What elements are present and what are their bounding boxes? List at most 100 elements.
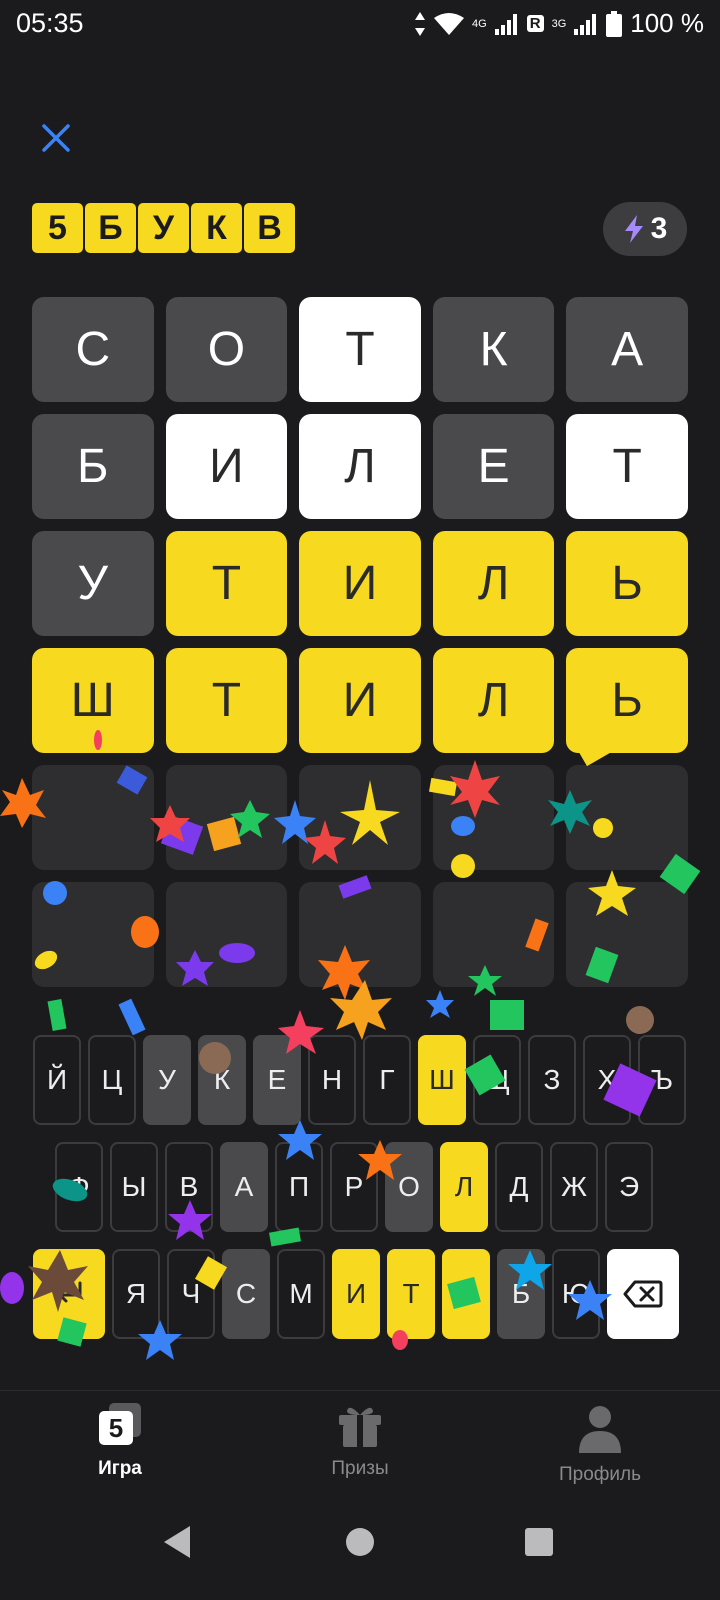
key[interactable]: Ы xyxy=(110,1142,158,1232)
grid-tile-empty xyxy=(432,765,555,870)
key[interactable]: М xyxy=(277,1249,325,1339)
keyboard-row-3: ЯЧСМИТЬБЮ xyxy=(33,1249,679,1339)
app-logo: 5 Б У К В xyxy=(32,203,295,253)
grid-tile: Ш xyxy=(32,648,154,753)
key[interactable]: Ш xyxy=(418,1035,466,1125)
grid-row: БИЛЕТ xyxy=(32,414,688,519)
grid-tile: У xyxy=(32,531,154,636)
key[interactable]: Й xyxy=(33,1035,81,1125)
nav-label-prizes: Призы xyxy=(331,1458,389,1479)
grid-tile: И xyxy=(299,531,421,636)
key[interactable]: Ь xyxy=(442,1249,490,1339)
bottom-nav: 5 Игра Призы Профиль xyxy=(0,1390,720,1503)
key[interactable]: И xyxy=(332,1249,380,1339)
battery-percent: 100 % xyxy=(630,8,704,38)
key[interactable]: Ч xyxy=(167,1249,215,1339)
grid-tile: Л xyxy=(432,648,555,753)
grid-row: ШТИЛЬ xyxy=(32,648,688,753)
key[interactable]: Щ xyxy=(473,1035,521,1125)
nav-item-prizes[interactable]: Призы xyxy=(280,1403,440,1480)
grid-row: УТИЛЬ xyxy=(32,531,688,636)
nav-item-profile[interactable]: Профиль xyxy=(520,1403,680,1486)
recents-icon[interactable] xyxy=(523,1526,555,1558)
grid-tile: Т xyxy=(566,414,688,519)
status-bar: 05:35 4G R 3G 100 % xyxy=(0,0,720,52)
key[interactable]: Э xyxy=(605,1142,653,1232)
close-button[interactable] xyxy=(36,118,76,158)
key[interactable]: У xyxy=(143,1035,191,1125)
grid-tile-empty xyxy=(432,882,555,987)
nav-item-game[interactable]: 5 Игра xyxy=(40,1403,200,1480)
battery-icon xyxy=(606,10,623,37)
grid-tile: Т xyxy=(299,297,421,402)
grid-tile: А xyxy=(566,297,688,402)
key[interactable]: Ъ xyxy=(638,1035,686,1125)
key[interactable]: О xyxy=(385,1142,433,1232)
grid-tile: Т xyxy=(165,531,288,636)
grid-tile-empty xyxy=(32,882,154,987)
key[interactable]: С xyxy=(222,1249,270,1339)
grid-tile-empty xyxy=(32,765,154,870)
grid-tile: Б xyxy=(32,414,154,519)
enter-icon xyxy=(58,1281,82,1303)
grid-tile: Ь xyxy=(566,531,688,636)
key[interactable]: Л xyxy=(440,1142,488,1232)
back-icon[interactable] xyxy=(160,1524,194,1560)
grid-tile: С xyxy=(32,297,154,402)
key[interactable]: Д xyxy=(495,1142,543,1232)
key[interactable]: Я xyxy=(112,1249,160,1339)
grid-tile: Л xyxy=(299,414,421,519)
signal-icon-1 xyxy=(494,13,517,35)
key[interactable]: В xyxy=(165,1142,213,1232)
energy-count: 3 xyxy=(650,212,668,245)
grid-tile: Т xyxy=(165,648,288,753)
key[interactable]: З xyxy=(528,1035,576,1125)
lightning-icon xyxy=(624,215,643,243)
system-nav-bar xyxy=(0,1502,720,1600)
key[interactable]: Х xyxy=(583,1035,631,1125)
grid-row: СОТКА xyxy=(32,297,688,402)
grid-tile: Л xyxy=(432,531,555,636)
data-arrows-icon xyxy=(415,11,426,36)
roaming-badge: R xyxy=(526,15,544,32)
key[interactable]: Ц xyxy=(88,1035,136,1125)
signal-icon-2 xyxy=(574,13,597,35)
key[interactable]: А xyxy=(220,1142,268,1232)
key[interactable]: Г xyxy=(363,1035,411,1125)
energy-counter[interactable]: 3 xyxy=(603,202,687,256)
profile-icon xyxy=(579,1406,621,1453)
logo-letter: Б xyxy=(85,203,136,253)
key[interactable]: Ф xyxy=(55,1142,103,1232)
key[interactable]: Б xyxy=(497,1249,545,1339)
grid-row xyxy=(32,882,688,987)
home-icon[interactable] xyxy=(344,1526,376,1558)
grid-tile-empty xyxy=(299,765,421,870)
key[interactable]: Е xyxy=(253,1035,301,1125)
svg-text:5: 5 xyxy=(109,1413,123,1443)
nav-label-game: Игра xyxy=(98,1458,142,1479)
key[interactable]: К xyxy=(198,1035,246,1125)
status-icons: 4G R 3G 100 % xyxy=(414,8,704,39)
key[interactable]: Ж xyxy=(550,1142,598,1232)
key[interactable]: Т xyxy=(387,1249,435,1339)
grid-tile: Ь xyxy=(566,648,688,753)
key[interactable]: Н xyxy=(308,1035,356,1125)
grid-tile: И xyxy=(165,414,288,519)
key[interactable]: П xyxy=(275,1142,323,1232)
grid-tile: К xyxy=(432,297,555,402)
game-icon: 5 xyxy=(99,1403,141,1445)
enter-key[interactable] xyxy=(33,1249,105,1339)
key[interactable]: Ю xyxy=(552,1249,600,1339)
gift-icon xyxy=(339,1407,381,1447)
key[interactable]: Р xyxy=(330,1142,378,1232)
nav-label-profile: Профиль xyxy=(558,1464,642,1485)
logo-letter: 5 xyxy=(32,203,83,253)
wifi-icon xyxy=(434,12,465,35)
grid-tile-empty xyxy=(299,882,421,987)
logo-letter: В xyxy=(244,203,295,253)
grid-tile-empty xyxy=(165,882,288,987)
backspace-icon xyxy=(623,1280,663,1308)
grid-tile-empty xyxy=(165,765,288,870)
backspace-key[interactable] xyxy=(607,1249,679,1339)
keyboard-row-2: ФЫВАПРОЛДЖЭ xyxy=(55,1142,660,1232)
